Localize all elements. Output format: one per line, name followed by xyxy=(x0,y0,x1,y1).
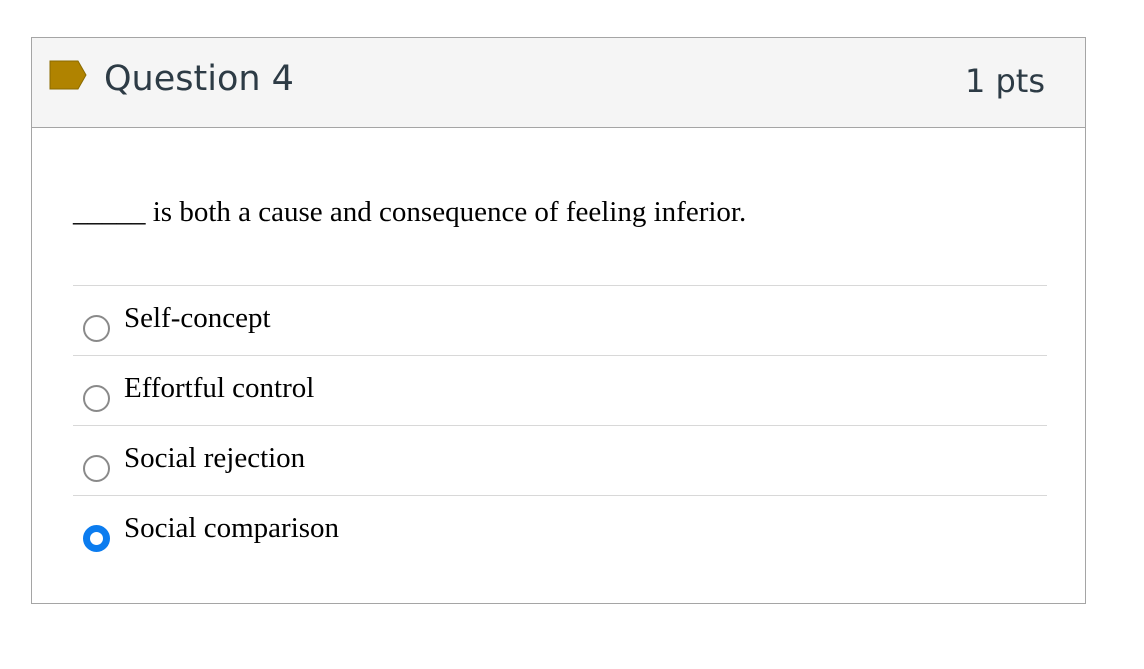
question-header: Question 4 1 pts xyxy=(32,38,1085,128)
radio-button[interactable] xyxy=(83,315,110,342)
radio-button-selected[interactable] xyxy=(83,525,110,552)
radio-button[interactable] xyxy=(83,455,110,482)
flag-question-icon[interactable] xyxy=(49,60,87,90)
question-title: Question 4 xyxy=(104,59,294,99)
question-points: 1 pts xyxy=(964,62,1045,100)
answer-option[interactable]: Social rejection xyxy=(73,425,1047,495)
answer-label[interactable]: Social rejection xyxy=(124,442,305,475)
question-card: Question 4 1 pts _____ is both a cause a… xyxy=(31,37,1086,604)
answer-label[interactable]: Effortful control xyxy=(124,372,314,405)
answer-label[interactable]: Social comparison xyxy=(124,512,339,545)
radio-button[interactable] xyxy=(83,385,110,412)
answers-list: Self-concept Effortful control Social re… xyxy=(73,285,1047,565)
question-text: _____ is both a cause and consequence of… xyxy=(73,196,747,228)
answer-option[interactable]: Self-concept xyxy=(73,285,1047,355)
answer-option[interactable]: Effortful control xyxy=(73,355,1047,425)
answer-option[interactable]: Social comparison xyxy=(73,495,1047,565)
answer-label[interactable]: Self-concept xyxy=(124,302,271,335)
